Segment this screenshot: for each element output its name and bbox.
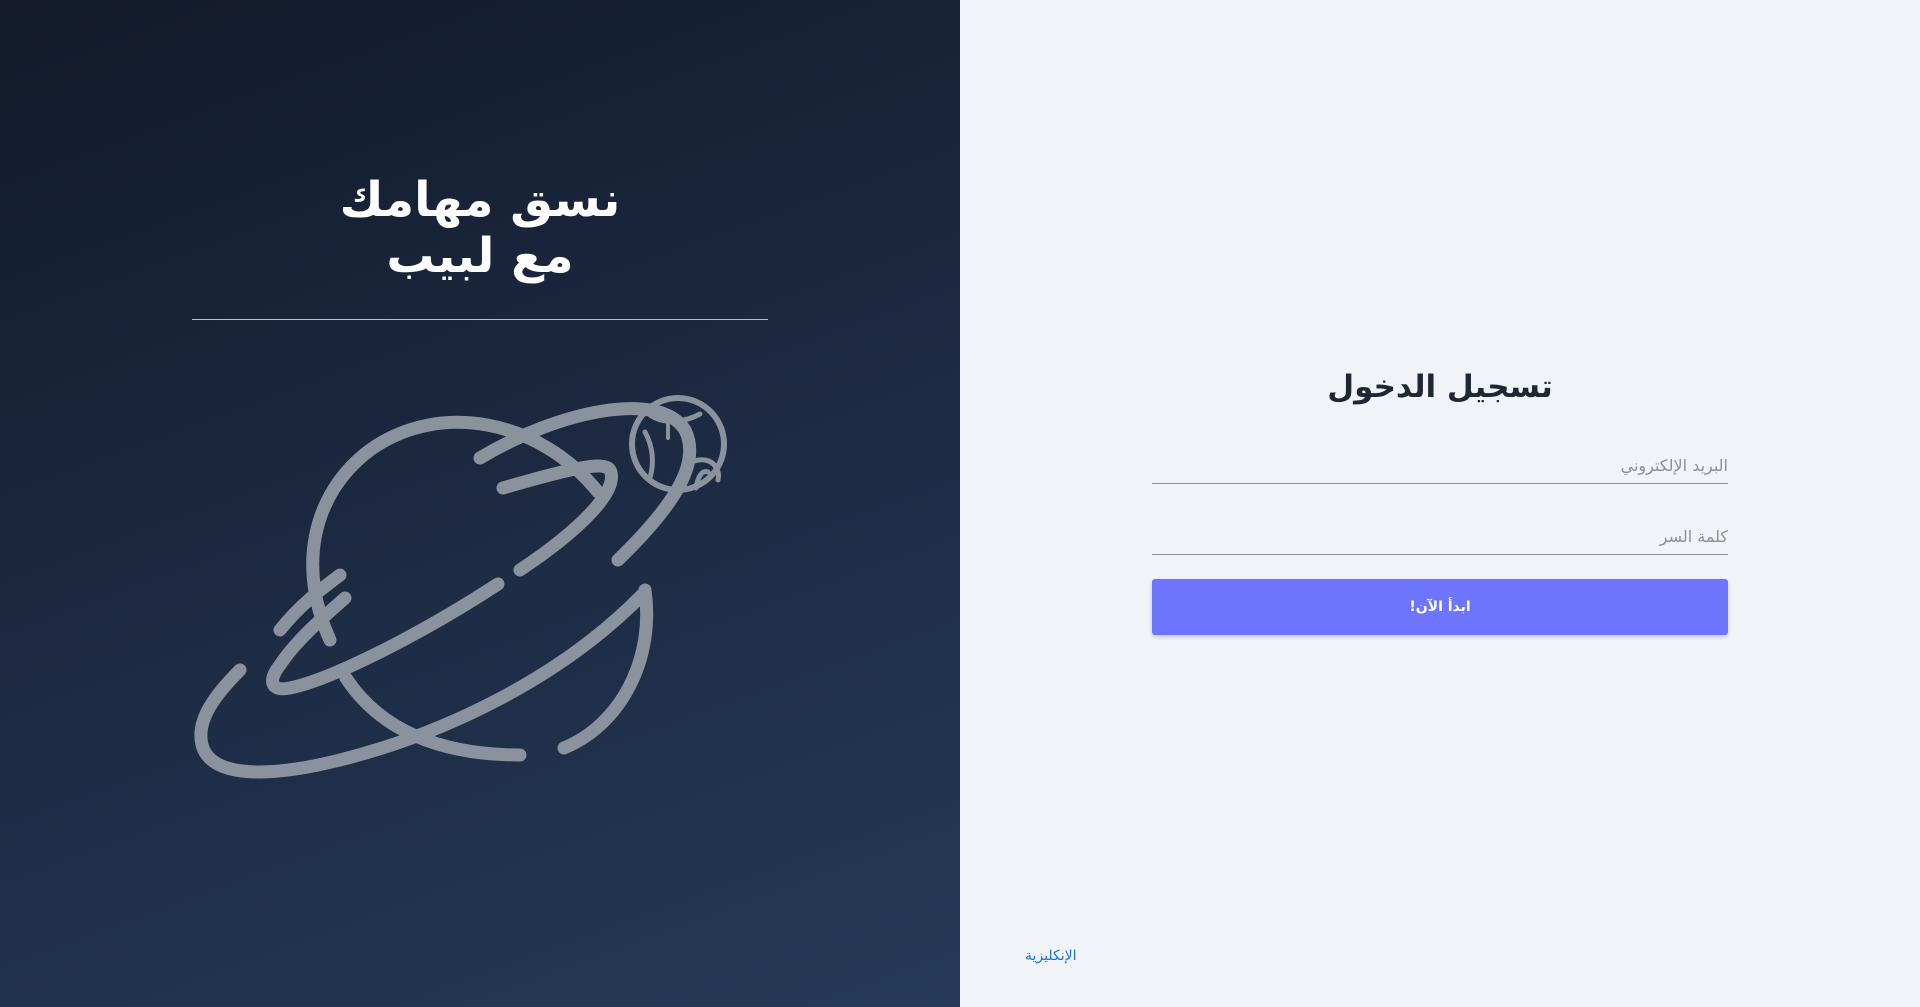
planet-body-lower (339, 671, 527, 762)
language-switch-link[interactable]: الإنكليزية (1025, 948, 1077, 964)
start-now-button[interactable]: ابدأ الآن! (1152, 579, 1728, 635)
hero-divider (192, 319, 768, 320)
hero-title-line-1: نسق مهامك (339, 172, 621, 228)
login-title: تسجيل الدخول (1327, 369, 1553, 405)
password-input[interactable] (1152, 521, 1728, 551)
planet-body-right (557, 583, 654, 755)
email-input[interactable] (1152, 450, 1728, 480)
login-panel: تسجيل الدخول ابدأ الآن! الإنكليزية (960, 0, 1920, 1007)
hero-title-line-2: مع لبيب (386, 228, 574, 284)
login-page: نسق مهامك مع لبيب تسجيل الدخول البريد ال… (0, 0, 1920, 1007)
hero-panel: نسق مهامك مع لبيب (0, 0, 960, 1007)
password-field (1152, 502, 1728, 555)
login-form: تسجيل الدخول ابدأ الآن! (1152, 363, 1728, 635)
hero-title: نسق مهامك مع لبيب (192, 172, 768, 284)
planet-icon (194, 395, 727, 779)
moon-detail-2 (642, 429, 655, 481)
email-field (1152, 431, 1728, 484)
